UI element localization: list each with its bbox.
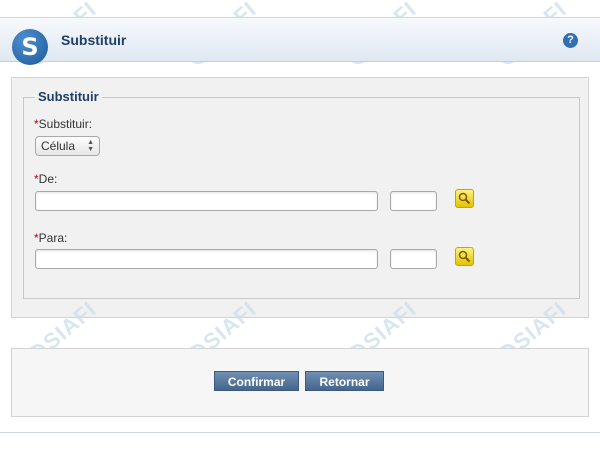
de-code-input[interactable] — [390, 191, 437, 211]
magnifier-icon — [458, 250, 471, 263]
actions-panel: Confirmar Retornar — [11, 348, 589, 417]
bottom-divider — [0, 432, 600, 433]
magnifier-icon — [458, 192, 471, 205]
confirmar-button[interactable]: Confirmar — [214, 371, 299, 391]
substituir-selected-value: Célula — [41, 139, 76, 153]
para-input[interactable] — [35, 249, 378, 269]
form-panel: Substituir *Substituir: Célula ▲ ▼ *De: *… — [11, 77, 589, 318]
de-lookup-button[interactable] — [455, 189, 474, 208]
de-label: *De: — [34, 172, 58, 186]
fieldset-legend: Substituir — [35, 89, 102, 104]
para-label: *Para: — [34, 231, 68, 245]
para-lookup-button[interactable] — [455, 247, 474, 266]
de-input[interactable] — [35, 191, 378, 211]
substituir-fieldset: Substituir *Substituir: Célula ▲ ▼ *De: *… — [23, 89, 580, 299]
substituir-label: *Substituir: — [34, 117, 93, 131]
retornar-button[interactable]: Retornar — [305, 371, 384, 391]
para-code-input[interactable] — [390, 249, 437, 269]
page-title: Substituir — [61, 32, 127, 48]
page-header: S Substituir ? — [0, 18, 600, 65]
help-icon[interactable]: ? — [563, 33, 578, 48]
select-arrows-icon: ▲ ▼ — [87, 139, 94, 153]
substituir-select[interactable]: Célula ▲ ▼ — [35, 136, 100, 156]
siafi-logo-icon: S — [12, 29, 48, 65]
